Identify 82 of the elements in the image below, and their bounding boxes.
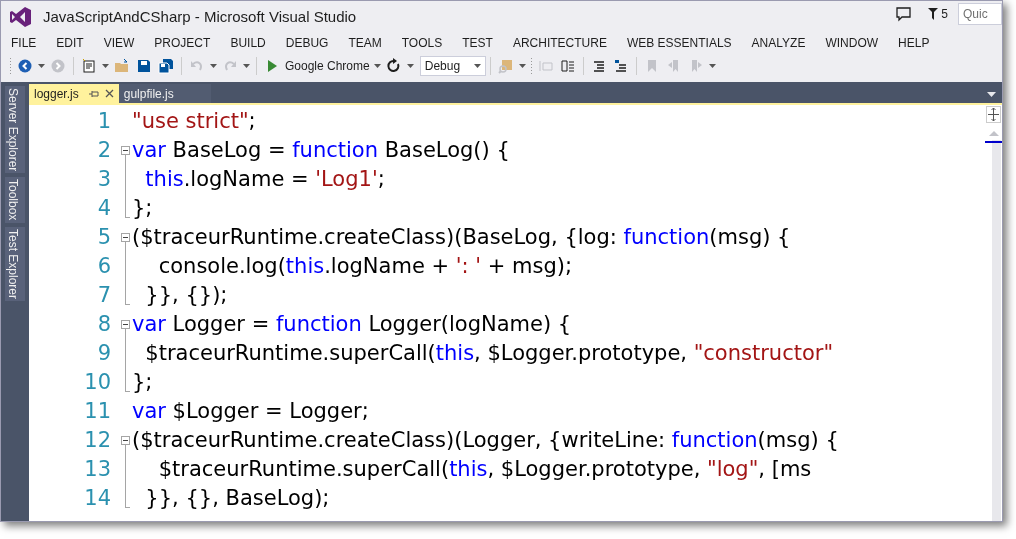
menu-item[interactable]: FILE (1, 33, 47, 53)
collapse-icon[interactable] (121, 146, 130, 155)
dropdown-arrow-icon[interactable] (987, 92, 996, 97)
line-number: 6 (96, 252, 111, 280)
caret-position-marker (985, 141, 1002, 143)
line-number: 2 (96, 136, 111, 164)
code-line: $traceurRuntime.superCall(this, $Logger.prototype, "constructor" (144, 339, 834, 367)
code-line: var $Logger = Logger; (131, 397, 369, 425)
new-project-icon[interactable] (81, 58, 97, 74)
code-line: }}, {}, BaseLog); (144, 484, 330, 512)
line-number: 1 (96, 107, 111, 135)
editor-tab[interactable]: logger.js (29, 84, 119, 103)
line-number: 7 (96, 281, 111, 309)
menu-item[interactable]: TEAM (338, 33, 392, 53)
toolbar-grip[interactable] (529, 57, 533, 75)
line-number: 8 (96, 310, 111, 338)
code-line: ($traceurRuntime.createClass)(BaseLog, {log: function(msg) { (131, 223, 791, 251)
code-line: this.logName = 'Log1'; (144, 165, 385, 193)
notifications-button[interactable]: 5 (928, 5, 948, 23)
menu-item[interactable]: EDIT (46, 33, 94, 53)
menu-item[interactable]: DEBUG (275, 33, 339, 53)
menu-item[interactable]: ANALYZE (741, 33, 816, 53)
line-number: 10 (83, 368, 111, 396)
editor-tab[interactable]: gulpfile.js (118, 84, 211, 103)
line-number: 4 (96, 194, 111, 222)
vertical-scrollbar[interactable] (992, 140, 1001, 521)
code-line: "use strict"; (131, 107, 256, 135)
menu-item[interactable]: ARCHITECTURE (502, 33, 617, 53)
side-tab[interactable]: Toolbox (5, 177, 25, 223)
menu-item[interactable]: VIEW (93, 33, 145, 53)
side-tab[interactable]: Server Explorer (5, 86, 25, 174)
menu-item[interactable]: WINDOW (815, 33, 889, 53)
run-target-button[interactable]: Google Chrome (285, 57, 370, 75)
code-line: }}, {}); (144, 281, 228, 309)
dropdown-caret-icon[interactable] (708, 64, 716, 68)
code-line: console.log(this.logName + ': ' + msg); (157, 252, 572, 280)
dropdown-caret-icon[interactable] (210, 64, 217, 68)
line-number: 12 (83, 426, 111, 454)
side-tab[interactable]: Test Explorer (5, 226, 25, 301)
menu-item[interactable]: TEST (452, 33, 503, 53)
configuration-dropdown[interactable]: Debug (419, 56, 486, 76)
code-line: var Logger = function Logger(logName) { (131, 310, 572, 338)
menu-item[interactable]: BUILD (220, 33, 276, 53)
collapse-icon[interactable] (121, 233, 130, 242)
code-line: ($traceurRuntime.createClass)(Logger, {writeLine: function(msg) { (131, 426, 839, 454)
collapse-icon[interactable] (121, 320, 130, 329)
visual-studio-logo-icon (10, 7, 31, 27)
menu-item[interactable]: PROJECT (144, 33, 221, 53)
save-all-icon[interactable] (158, 58, 174, 74)
code-line: $traceurRuntime.superCall(this, $Logger.prototype, "log", [ms (157, 455, 812, 483)
quick-launch-field[interactable]: Quic (958, 3, 1002, 25)
line-number: 3 (96, 165, 111, 193)
refresh-icon[interactable] (385, 58, 402, 74)
save-icon[interactable] (136, 58, 152, 74)
code-line: }; (131, 368, 153, 396)
comment-lines-icon[interactable] (612, 58, 629, 74)
dropdown-caret-icon[interactable] (38, 64, 45, 68)
dropdown-caret-icon[interactable] (518, 64, 526, 68)
dropdown-caret-icon[interactable] (373, 64, 381, 68)
line-number: 13 (83, 455, 111, 483)
close-icon[interactable] (104, 89, 114, 98)
dropdown-caret-icon[interactable] (102, 64, 109, 68)
toolbar-grip[interactable] (9, 57, 12, 75)
menu-item[interactable]: TOOLS (391, 33, 453, 53)
back-icon[interactable] (17, 58, 33, 74)
split-handle-icon[interactable] (986, 106, 1001, 123)
code-line: var BaseLog = function BaseLog() { (131, 136, 510, 164)
line-number: 11 (83, 397, 111, 425)
menu-item[interactable]: HELP (888, 33, 940, 53)
dropdown-caret-icon[interactable] (406, 64, 414, 68)
dropdown-caret-icon (473, 64, 481, 68)
dropdown-caret-icon[interactable] (243, 64, 250, 68)
menu-item[interactable]: WEB ESSENTIALS (616, 33, 742, 53)
code-line: }; (131, 194, 153, 222)
feedback-icon[interactable] (896, 6, 912, 22)
pin-icon[interactable] (88, 89, 99, 98)
collapse-icon[interactable] (121, 436, 130, 445)
window-title: JavaScriptAndCSharp - Microsoft Visual Studio (43, 6, 357, 27)
outdent-icon[interactable] (559, 58, 576, 74)
line-number: 14 (83, 484, 111, 512)
line-number: 9 (96, 339, 111, 367)
line-number: 5 (96, 223, 111, 251)
